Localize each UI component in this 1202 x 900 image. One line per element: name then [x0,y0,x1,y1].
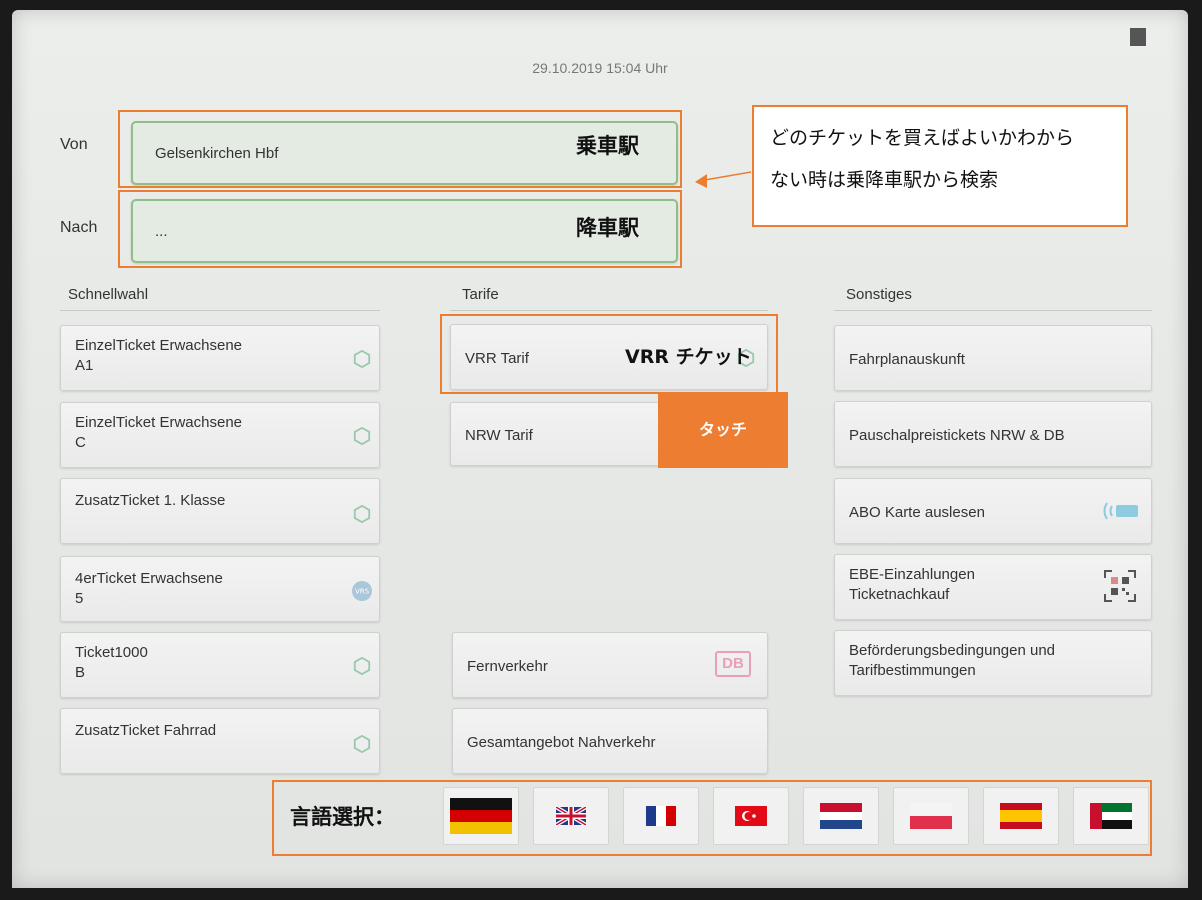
touch-indicator: タッチ [658,392,788,468]
quick-heading: Schnellwahl [68,286,149,303]
db-logo-icon: DB [715,651,751,677]
tariffs-divider [450,310,768,311]
quick-ticket-line1: ZusatzTicket Fahrrad [75,722,217,739]
datetime-display: 29.10.2019 15:04 Uhr [532,60,668,76]
vrr-annotation: VRR チケット [625,346,752,368]
callout-box: どのチケットを買えばよいかわから ない時は乗降車駅から検索 [752,105,1128,227]
callout-line2: ない時は乗降車駅から検索 [770,169,999,191]
flat-rate-tickets-label: Pauschalpreistickets NRW & DB [849,427,1065,444]
timetable-button[interactable]: Fahrplanauskunft [834,325,1152,391]
quick-ticket-button[interactable]: 4erTicket Erwachsene 5 VRS [60,556,380,622]
corner-indicator [1130,28,1146,46]
contactless-card-icon [1103,502,1138,520]
ebe-label-line2: Ticketnachkauf [849,586,950,603]
quick-ticket-line2: C [75,434,86,451]
vrr-hex-icon [353,657,371,675]
quick-ticket-line2: A1 [75,357,94,374]
ebe-button[interactable]: EBE-Einzahlungen Ticketnachkauf [834,554,1152,620]
quick-ticket-line1: EinzelTicket Erwachsene [75,414,243,431]
abo-card-label: ABO Karte auslesen [849,504,985,521]
fernverkehr-button[interactable]: Fernverkehr DB [452,632,768,698]
vrr-hex-icon [353,350,371,368]
qr-code-icon [1104,570,1136,602]
quick-ticket-button[interactable]: Ticket1000 B [60,632,380,698]
vrs-logo-icon: VRS [352,581,372,601]
fernverkehr-label: Fernverkehr [467,658,548,675]
from-label: Von [60,136,88,153]
other-divider [834,310,1152,311]
language-highlight [272,780,1152,856]
flat-rate-tickets-button[interactable]: Pauschalpreistickets NRW & DB [834,401,1152,467]
timetable-label: Fahrplanauskunft [849,351,965,368]
abo-card-button[interactable]: ABO Karte auslesen [834,478,1152,544]
quick-ticket-line1: 4erTicket Erwachsene [75,570,223,587]
conditions-label-line2: Tarifbestimmungen [849,662,976,679]
from-annotation: 乗車駅 [576,134,639,158]
nrw-tarif-label: NRW Tarif [465,427,533,444]
conditions-label-line1: Beförderungsbedingungen und [849,642,1056,659]
quick-ticket-line1: ZusatzTicket 1. Klasse [75,492,226,509]
quick-ticket-button[interactable]: ZusatzTicket 1. Klasse [60,478,380,544]
quick-ticket-line1: Ticket1000 [75,644,148,661]
ebe-label-line1: EBE-Einzahlungen [849,566,975,583]
svg-text:VRS: VRS [355,588,370,596]
tariffs-heading: Tarife [462,286,499,303]
quick-ticket-line2: B [75,664,86,681]
nahverkehr-label: Gesamtangebot Nahverkehr [467,734,656,751]
nahverkehr-button[interactable]: Gesamtangebot Nahverkehr [452,708,768,774]
to-annotation: 降車駅 [576,216,639,240]
conditions-button[interactable]: Beförderungsbedingungen und Tarifbestimm… [834,630,1152,696]
quick-ticket-line1: EinzelTicket Erwachsene [75,337,243,354]
callout-arrow-icon [695,171,752,188]
quick-divider [60,310,380,311]
quick-ticket-button[interactable]: EinzelTicket Erwachsene C [60,402,380,468]
quick-ticket-line2: 5 [75,590,84,607]
to-label: Nach [60,219,98,236]
other-heading: Sonstiges [846,286,912,303]
callout-line1: どのチケットを買えばよいかわから [770,127,1075,149]
vrr-hex-icon [353,427,371,445]
quick-ticket-button[interactable]: ZusatzTicket Fahrrad [60,708,380,774]
vrr-hex-icon [353,505,371,523]
vrr-hex-icon [353,735,371,753]
quick-ticket-button[interactable]: EinzelTicket Erwachsene A1 [60,325,380,391]
